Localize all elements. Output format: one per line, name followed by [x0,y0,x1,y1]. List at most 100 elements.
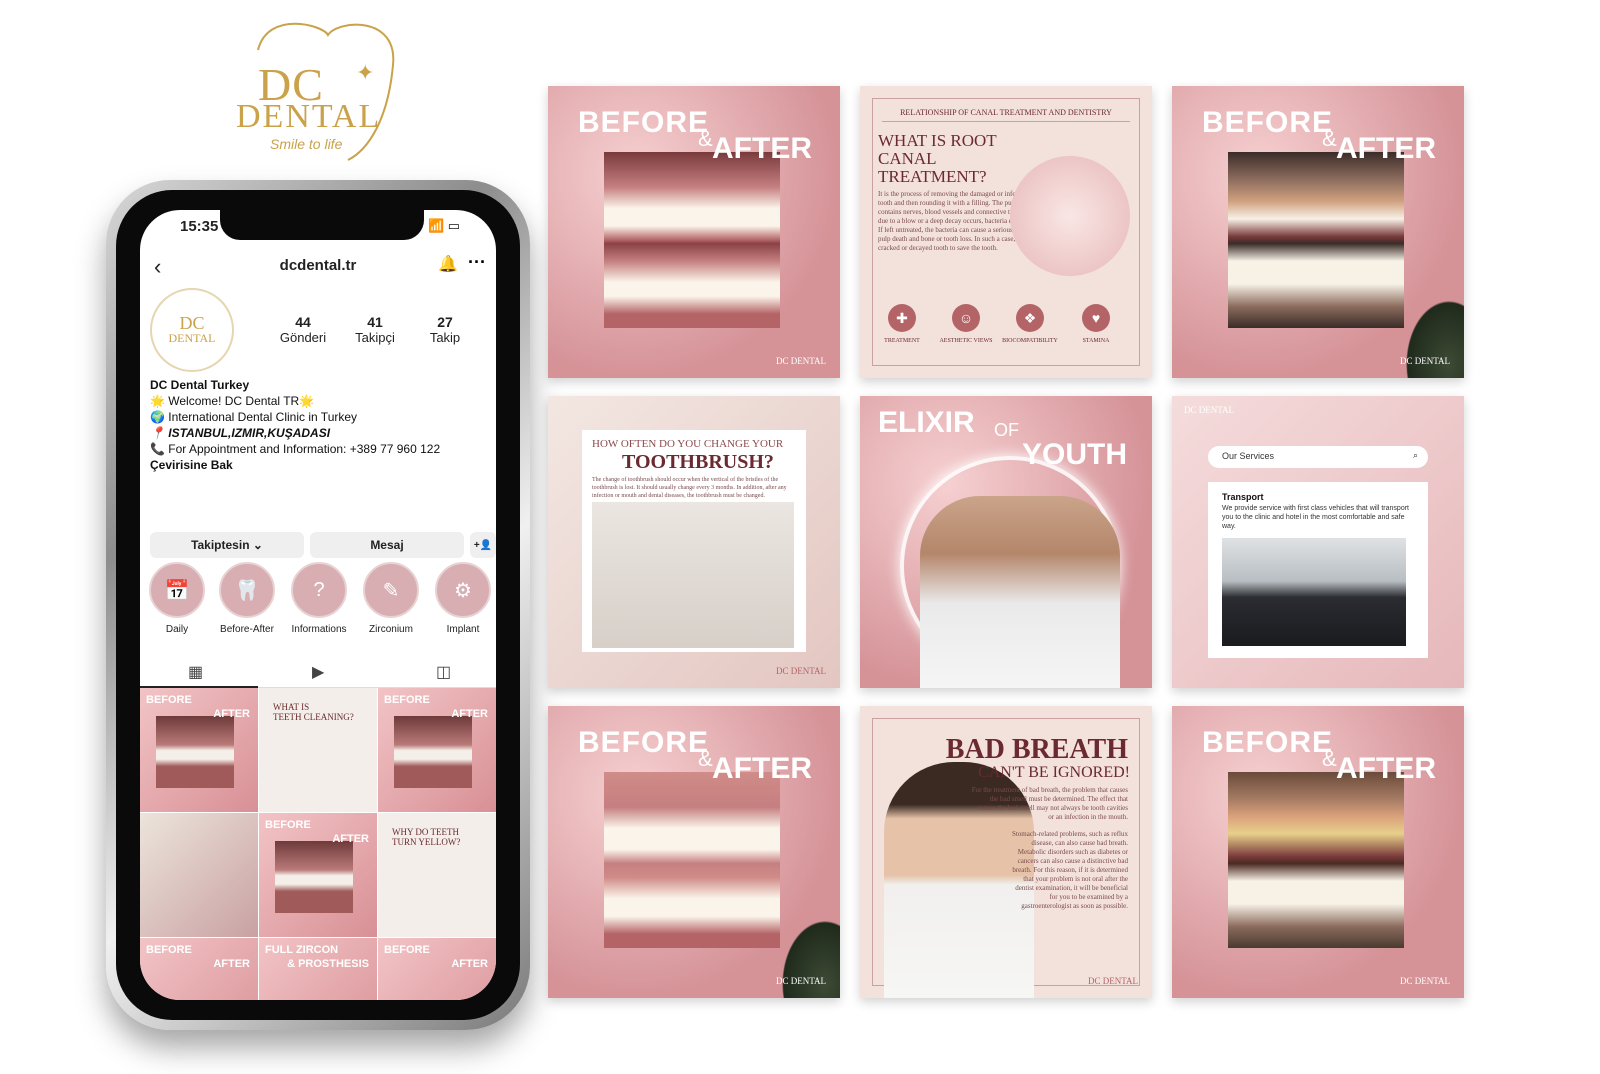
highlight-daily[interactable]: 📅 Daily [146,562,208,635]
highlight-zirconium[interactable]: ✎ Zirconium [360,562,422,635]
post-title: TOOTHBRUSH? [622,451,774,473]
elixir-word: ELIXIR [878,406,975,439]
grid-post[interactable]: BEFORE AFTER [378,688,496,812]
add-user-button[interactable]: +👤 [470,532,496,558]
post-before-after-4: BEFORE & AFTER DC DENTAL [1172,706,1464,998]
grid-post[interactable]: WHY DO TEETH TURN YELLOW? [378,813,496,937]
post-banner: RELATIONSHIP OF CANAL TREATMENT AND DENT… [882,108,1130,122]
van-photo [1222,538,1406,646]
stat-following[interactable]: 27 Takip [410,314,480,345]
highlight-informations[interactable]: ? Informations [288,562,350,635]
reels-icon[interactable]: ▶ [312,662,324,682]
post-bad-breath: BAD BREATH CAN'T BE IGNORED! For the tre… [860,706,1152,998]
logo-word: DENTAL [236,98,382,135]
avatar[interactable]: DC DENTAL [150,288,234,372]
highlight-implant[interactable]: ⚙ Implant [432,562,494,635]
instagram-profile-screen: 15:35 📶 ▭ ‹ dcdental.tr 🔔 ··· DC DENTAL … [140,210,496,1000]
before-label: BEFORE [1202,726,1334,759]
tooth-icon: 🦷 [219,562,275,618]
treatment-icon: ✚ [888,304,916,332]
post-label: & PROSTHESIS [287,958,369,970]
teeth-photo [156,716,234,788]
grid-post[interactable] [140,813,258,937]
logo-tagline: Smile to life [270,136,343,152]
youth-word: YOUTH [1022,438,1127,471]
before-label: BEFORE [1202,106,1334,139]
services-search-input[interactable]: Our Services ⌕ [1208,446,1428,468]
watermark: DC DENTAL [1184,405,1235,415]
before-label: BEFORE [578,106,710,139]
highlight-before-after[interactable]: 🦷 Before-After [216,562,278,635]
translate-link[interactable]: Çevirisine Bak [150,458,233,472]
avatar-word: DENTAL [168,330,216,345]
sparkle-icon: ✦ [356,60,375,85]
bio-contact: 📞 For Appointment and Information: +389 … [150,442,441,456]
grid-post[interactable]: WHAT IS TEETH CLEANING? [259,688,377,812]
stamina-icon: ♥ [1082,304,1110,332]
watermark: DC DENTAL [1399,356,1450,366]
ampersand: & [1322,126,1337,151]
post-title: WHAT IS ROOT CANAL TREATMENT? [878,131,997,186]
ampersand: & [698,126,713,151]
highlight-label: Informations [291,624,347,635]
tagged-icon[interactable]: ◫ [436,662,451,682]
stat-label: Gönderi [279,330,327,345]
ampersand: & [1322,746,1337,771]
post-toothbrush: HOW OFTEN DO YOU CHANGE YOUR TOOTHBRUSH?… [548,396,840,688]
highlight-label: Zirconium [369,624,413,635]
bell-icon[interactable]: 🔔 [438,254,458,274]
status-time: 15:35 [180,218,219,235]
more-icon[interactable]: ··· [468,252,486,273]
stat-followers[interactable]: 41 Takipçi [340,314,410,345]
bio-name: DC Dental Turkey [150,378,250,392]
patient-photo [920,496,1120,688]
phone-bezel: 15:35 📶 ▭ ‹ dcdental.tr 🔔 ··· DC DENTAL … [116,190,520,1020]
grid-post[interactable]: BEFORE AFTER [140,688,258,812]
grid-post[interactable]: FULL ZIRCON & PROSTHESIS [259,938,377,1000]
following-button[interactable]: Takiptesin ⌄ [150,532,304,558]
post-before-after-2: BEFORE & AFTER DC DENTAL [1172,86,1464,378]
search-text: Our Services [1222,451,1275,461]
bio-location: 📍 ISTANBUL,IZMIR,KUŞADASI [150,426,331,440]
teeth-photo [394,716,472,788]
post-label: TEETH CLEANING? [273,712,354,722]
grid-post[interactable]: BEFORE AFTER [378,938,496,1000]
watermark: DC DENTAL [775,666,826,676]
phone-frame: 15:35 📶 ▭ ‹ dcdental.tr 🔔 ··· DC DENTAL … [106,180,530,1030]
phone-notch [220,210,424,240]
post-label: FULL ZIRCON [265,944,339,956]
dental-tool-icon: ✎ [363,562,419,618]
post-label: AFTER [332,833,369,845]
post-label: BEFORE [146,694,192,706]
bio-line: 🌍 International Dental Clinic in Turkey [150,410,358,424]
icon-label: TREATMENT [884,338,920,344]
aesthetic-icon: ☺ [952,304,980,332]
icon-label: BIOCOMPATIBILITY [1002,338,1058,344]
grid-icon[interactable]: ▦ [188,662,203,682]
post-services: DC DENTAL Our Services ⌕ Transport We pr… [1172,396,1464,688]
smile-photo [604,772,780,948]
message-button[interactable]: Mesaj [310,532,464,558]
wifi-battery-icon: 📶 ▭ [428,218,461,233]
toothbrush-photo [592,502,794,648]
stat-posts[interactable]: 44 Gönderi [268,314,338,345]
smile-photo [1228,772,1404,948]
search-icon[interactable]: ⌕ [1413,450,1418,461]
after-label: AFTER [712,752,812,785]
icon-label: AESTHETIC VIEWS [939,338,993,344]
post-label: AFTER [451,708,488,720]
post-label: AFTER [451,958,488,970]
question-icon: ? [291,562,347,618]
post-before-after-1: BEFORE & AFTER DC DENTAL [548,86,840,378]
post-label: TURN YELLOW? [392,837,461,847]
grid-post[interactable]: BEFORE AFTER [259,813,377,937]
smile-photo [604,152,780,328]
teeth-photo [275,841,353,913]
grid-post[interactable]: BEFORE AFTER [140,938,258,1000]
implant-icon: ⚙ [435,562,491,618]
post-question: HOW OFTEN DO YOU CHANGE YOUR [592,438,784,450]
ampersand: & [698,746,713,771]
mockup-canvas: DC ✦ DENTAL Smile to life 15:35 📶 ▭ ‹ dc… [0,0,1600,1074]
service-body: We provide service with first class vehi… [1222,505,1409,530]
bio-line: 🌟 Welcome! DC Dental TR🌟 [150,394,315,408]
